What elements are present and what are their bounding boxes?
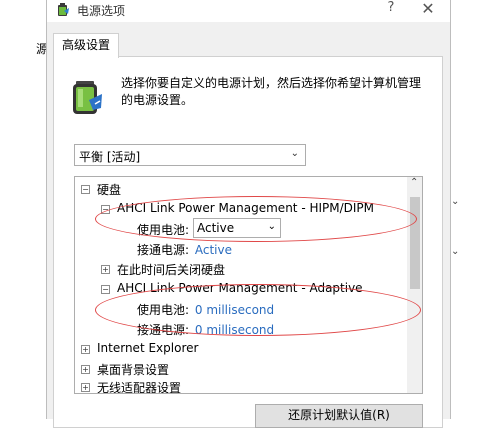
collapse-icon[interactable]: − <box>81 185 90 194</box>
expand-icon[interactable]: + <box>101 265 110 274</box>
tree-scrollbar[interactable]: ⌃ <box>407 177 422 393</box>
setting-value-link[interactable]: 0 millisecond <box>195 303 274 317</box>
setting-label: 接通电源: <box>137 323 190 337</box>
tree-item-label: AHCI Link Power Management - HIPM/DIPM <box>117 201 375 215</box>
tree-item-label: 硬盘 <box>97 183 122 197</box>
tree-item-label: Internet Explorer <box>97 341 199 355</box>
close-button[interactable]: ✕ <box>417 0 439 18</box>
battery-value: Active <box>197 221 235 235</box>
setting-label: 使用电池: <box>137 223 190 237</box>
setting-label: 使用电池: <box>137 303 190 317</box>
background-chevron-down-icon-2: ⌄ <box>451 246 460 257</box>
setting-value-link[interactable]: 0 millisecond <box>195 323 274 337</box>
background-chevron-down-icon: ⌄ <box>451 196 460 207</box>
tree-item-battery-setting-2[interactable]: 使用电池: 0 millisecond <box>137 301 274 318</box>
tab-advanced-settings[interactable]: 高级设置 <box>53 33 119 58</box>
setting-value-link[interactable]: Active <box>195 243 232 257</box>
power-plan-select-value: 平衡 [活动] <box>79 150 141 164</box>
tree-item-label: 在此时间后关闭硬盘 <box>117 263 226 277</box>
collapse-icon[interactable]: − <box>101 205 110 214</box>
expand-icon[interactable]: + <box>81 383 90 392</box>
power-plan-select[interactable]: 平衡 [活动] ⌄ <box>74 144 306 166</box>
scrollbar-thumb[interactable] <box>410 197 420 289</box>
chevron-down-icon: ⌄ <box>290 148 299 159</box>
help-button[interactable]: ? <box>381 0 401 15</box>
background-window-left <box>0 0 47 419</box>
tree-item-plugged-setting[interactable]: 接通电源: Active <box>137 241 232 258</box>
tree-item-label: 无线适配器设置 <box>97 381 182 394</box>
collapse-icon[interactable]: − <box>101 285 110 294</box>
power-options-dialog: 电源选项 ? ✕ 高级设置 选择你要自定义的电源计划，然后选择你希望计算机管理的… <box>46 0 451 428</box>
background-window-right <box>449 0 500 419</box>
expand-icon[interactable]: + <box>81 345 90 354</box>
setting-label: 接通电源: <box>137 243 190 257</box>
tree-item-label: AHCI Link Power Management - Adaptive <box>117 281 363 295</box>
window-title: 电源选项 <box>77 4 126 18</box>
expand-icon[interactable]: + <box>81 365 90 374</box>
battery-value-select[interactable]: Active ⌄ <box>193 218 281 238</box>
restore-defaults-button[interactable]: 还原计划默认值(R) <box>255 404 423 428</box>
tree-item-battery-setting: 使用电池: <box>137 221 189 238</box>
settings-tree[interactable]: − 硬盘 − AHCI Link Power Management - HIPM… <box>74 176 423 394</box>
instruction-text: 选择你要自定义的电源计划，然后选择你希望计算机管理的电源设置。 <box>121 76 422 107</box>
power-options-icon <box>58 3 69 16</box>
tree-item-label: 桌面背景设置 <box>97 363 170 377</box>
chevron-down-icon: ⌄ <box>267 221 276 232</box>
battery-icon <box>73 81 102 114</box>
chevron-up-icon[interactable]: ⌃ <box>410 177 418 188</box>
title-bar[interactable]: 电源选项 ? ✕ <box>47 0 450 22</box>
tree-item-plugged-setting-2[interactable]: 接通电源: 0 millisecond <box>137 321 274 338</box>
